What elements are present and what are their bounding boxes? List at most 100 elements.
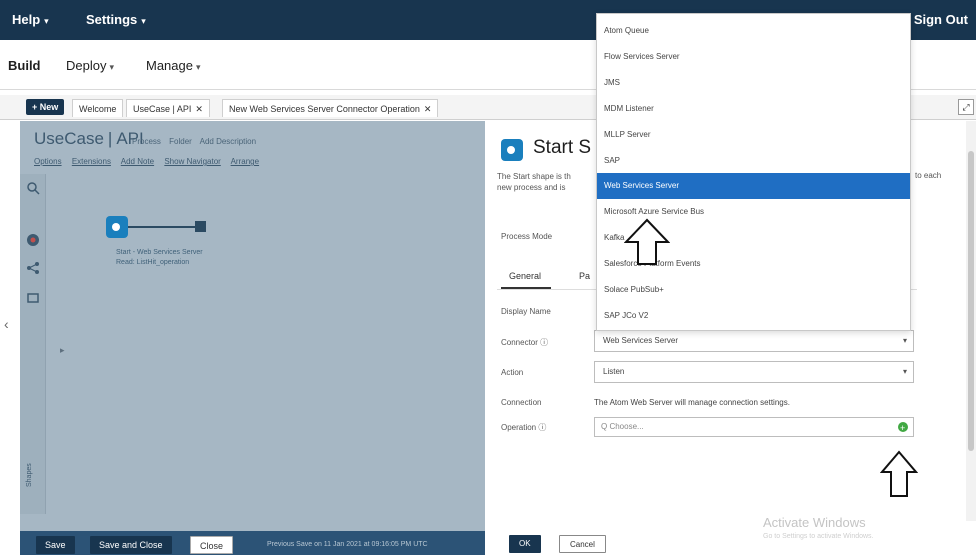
start-shape[interactable]: [106, 216, 128, 238]
arrange-link[interactable]: Arrange: [231, 157, 259, 166]
shapes-rail: [20, 174, 46, 514]
title-separator: |: [107, 129, 113, 148]
chevron-down-icon: ▾: [141, 16, 146, 26]
close-icon[interactable]: ✕: [195, 104, 203, 114]
dialog-scrollbar[interactable]: [966, 121, 976, 521]
last-saved-note: Previous Save on 11 Jan 2021 at 09:16:05…: [267, 541, 428, 548]
connection-label: Connection: [501, 398, 542, 407]
connector-label: Connector ⓘ: [501, 337, 548, 348]
info-icon[interactable]: ⓘ: [538, 423, 546, 432]
start-shape-icon: [501, 139, 523, 161]
cancel-button[interactable]: Cancel: [559, 535, 606, 553]
shapes-vertical-label: Shapes: [26, 463, 33, 487]
process-meta: Process Folder Add Description: [132, 137, 262, 146]
close-button[interactable]: Close: [190, 536, 234, 554]
stop-shape[interactable]: [195, 221, 206, 232]
chevron-down-icon: ▾: [44, 16, 49, 26]
connector-value: Web Services Server: [603, 336, 678, 345]
save-button[interactable]: Save: [36, 536, 75, 554]
nav-manage-label: Manage: [146, 58, 193, 73]
process-canvas[interactable]: UseCase | API Process Folder Add Descripti…: [20, 121, 485, 555]
canvas-bottom-bar: Save Save and Close Close Previous Save …: [20, 531, 485, 555]
process-type: Process: [132, 137, 161, 146]
dialog-description-line-2: new process and is: [497, 183, 566, 192]
display-name-label: Display Name: [501, 307, 551, 316]
dialog-description: The Start shape is th new process and is: [497, 171, 571, 193]
dialog-description-line-1: The Start shape is th: [497, 172, 571, 181]
nav-manage[interactable]: Manage ▾: [146, 58, 201, 73]
activate-windows-subtext: Go to Settings to activate Windows.: [763, 533, 874, 540]
expand-icon[interactable]: ⤢: [958, 99, 974, 115]
operation-input[interactable]: Q Choose...: [594, 417, 914, 437]
add-note-link[interactable]: Add Note: [121, 157, 154, 166]
process-icon[interactable]: [25, 232, 41, 248]
info-icon[interactable]: ⓘ: [540, 338, 548, 347]
process-name: UseCase: [34, 129, 104, 148]
up-arrow-icon: [880, 450, 918, 497]
nav-deploy-label: Deploy: [66, 58, 107, 73]
action-select[interactable]: Listen ▾: [594, 361, 914, 383]
collapse-rail-icon[interactable]: ▸: [60, 345, 65, 356]
chevron-left-icon[interactable]: ‹: [4, 316, 9, 332]
sign-out-link[interactable]: Sign Out: [914, 12, 968, 27]
chevron-down-icon: ▾: [902, 336, 907, 345]
list-item-flow-services-server[interactable]: Flow Services Server: [597, 44, 910, 70]
action-value: Listen: [603, 367, 625, 376]
tab-operation[interactable]: New Web Services Server Connector Operat…: [222, 99, 439, 117]
page-title: UseCase | API: [34, 129, 144, 149]
extensions-link[interactable]: Extensions: [72, 157, 111, 166]
list-item-mdm-listener[interactable]: MDM Listener: [597, 96, 910, 122]
options-link[interactable]: Options: [34, 157, 62, 166]
operation-placeholder: Q Choose...: [601, 422, 644, 431]
nav-build[interactable]: Build: [8, 58, 41, 73]
activate-windows-watermark: Activate Windows: [763, 515, 866, 530]
tab-general[interactable]: General: [509, 271, 541, 281]
tab-welcome[interactable]: Welcome: [72, 99, 124, 117]
list-item-solace-pubsub[interactable]: Solace PubSub+: [597, 277, 910, 303]
tab-usecase[interactable]: UseCase | API ✕: [126, 99, 210, 117]
start-shape-label: Start - Web Services Server Read: ListHi…: [116, 248, 203, 268]
connection-description: The Atom Web Server will manage connecti…: [594, 398, 790, 407]
help-menu[interactable]: Help ▾: [12, 12, 49, 27]
process-mode-label: Process Mode: [501, 232, 553, 241]
show-navigator-link[interactable]: Show Navigator: [164, 157, 220, 166]
operation-label-text: Operation: [501, 423, 537, 432]
list-item-mllp-server[interactable]: MLLP Server: [597, 122, 910, 148]
chevron-down-icon: ▾: [195, 62, 201, 72]
search-icon[interactable]: [25, 180, 41, 196]
connector-icon[interactable]: [25, 260, 41, 276]
list-item-sap[interactable]: SAP: [597, 148, 910, 174]
dialog-description-tail: to each: [915, 171, 942, 180]
ok-button[interactable]: OK: [509, 535, 541, 553]
folder-link[interactable]: Folder: [169, 137, 192, 146]
save-and-close-button[interactable]: Save and Close: [90, 536, 172, 554]
list-item-sap-jco-v2[interactable]: SAP JCo V2: [597, 303, 910, 329]
tab-usecase-label: UseCase | API: [133, 104, 192, 114]
shape-connector-line: [128, 226, 196, 228]
connector-label-text: Connector: [501, 338, 538, 347]
chevron-down-icon: ▾: [109, 62, 114, 72]
operation-label: Operation ⓘ: [501, 422, 546, 433]
add-operation-icon[interactable]: [898, 419, 908, 437]
list-item-jms[interactable]: JMS: [597, 70, 910, 96]
tab-parameters[interactable]: Pa: [579, 271, 590, 281]
help-menu-label: Help: [12, 12, 41, 27]
up-arrow-icon: [624, 218, 670, 265]
new-button[interactable]: + New: [26, 99, 65, 115]
tab-operation-label: New Web Services Server Connector Operat…: [229, 104, 420, 114]
active-tab-indicator: [501, 287, 551, 289]
dialog-title: Start S: [533, 137, 592, 158]
connector-select[interactable]: Web Services Server ▾: [594, 330, 914, 352]
canvas-toolbar: Options Extensions Add Note Show Navigat…: [34, 157, 267, 166]
scrollbar-thumb[interactable]: [968, 151, 974, 451]
nav-deploy[interactable]: Deploy ▾: [66, 58, 114, 73]
list-item-atom-queue[interactable]: Atom Queue: [597, 18, 910, 44]
shape-icon[interactable]: [25, 290, 41, 306]
add-description-link[interactable]: Add Description: [200, 137, 256, 146]
settings-menu-label: Settings: [86, 12, 138, 27]
list-item-web-services-server[interactable]: Web Services Server: [597, 173, 910, 199]
settings-menu[interactable]: Settings ▾: [86, 12, 146, 27]
connector-dropdown-list[interactable]: Atom Queue Flow Services Server JMS MDM …: [596, 13, 911, 331]
close-icon[interactable]: ✕: [424, 104, 432, 114]
action-label: Action: [501, 368, 524, 377]
